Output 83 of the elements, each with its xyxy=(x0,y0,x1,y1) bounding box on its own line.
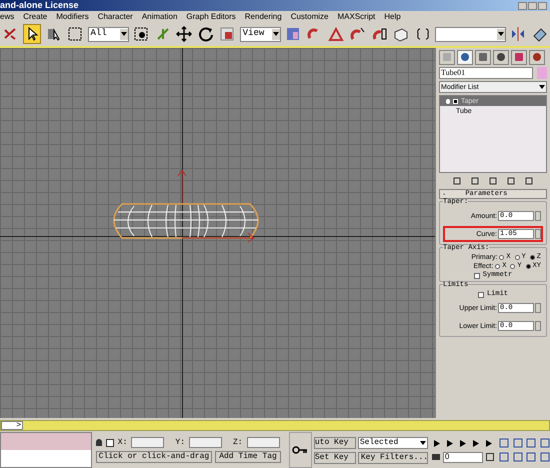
coordinate-field[interactable] xyxy=(189,437,222,448)
menu-item[interactable]: Graph Editors xyxy=(186,12,236,20)
listener-field[interactable] xyxy=(1,433,91,450)
key-mode-dropdown[interactable]: Selected xyxy=(358,436,428,448)
radio-button[interactable] xyxy=(499,255,504,260)
radio-button[interactable] xyxy=(526,264,531,269)
caret-icon xyxy=(272,28,280,40)
menu-item[interactable]: Customize xyxy=(290,12,328,20)
coordinate-label: Y: xyxy=(175,438,185,446)
dashed-target-icon xyxy=(132,26,149,42)
rotate-arrow-icon xyxy=(198,26,214,42)
bulb-icon[interactable] xyxy=(446,98,450,104)
radio-button[interactable] xyxy=(510,264,516,269)
lock-icon[interactable] xyxy=(96,439,102,446)
checkbox[interactable] xyxy=(474,272,480,278)
menu-item[interactable]: Rendering xyxy=(244,12,282,20)
scale-square-icon xyxy=(219,26,236,42)
pivot-icon xyxy=(285,26,302,42)
box-icon xyxy=(393,26,410,42)
coordinate-label: X: xyxy=(118,438,128,446)
dropdown[interactable]: View xyxy=(240,26,281,42)
restore-button[interactable] xyxy=(528,2,537,10)
coordinate-field[interactable] xyxy=(131,437,164,448)
dropdown[interactable] xyxy=(434,26,506,42)
braces-icon xyxy=(414,26,431,42)
play-icon xyxy=(458,440,467,446)
coordinate-label: Z: xyxy=(233,438,243,446)
playback-button[interactable] xyxy=(458,438,468,448)
window-title: and-alone License xyxy=(0,1,79,10)
expand-box-icon[interactable] xyxy=(453,98,458,104)
caret-icon xyxy=(120,28,128,40)
time-slider[interactable]: > xyxy=(1,420,23,430)
key-step-icon[interactable] xyxy=(432,454,440,460)
angle-snap-icon xyxy=(328,26,344,42)
command-tab[interactable] xyxy=(493,50,509,64)
percent-snap-icon xyxy=(350,26,366,42)
menu-item[interactable]: ews xyxy=(0,12,14,20)
spinner-snap-icon xyxy=(372,26,388,42)
object-name-field[interactable]: Tube01 xyxy=(439,67,533,79)
frame-field[interactable]: 0 xyxy=(442,452,483,462)
caret-icon xyxy=(538,85,546,89)
checkbox[interactable] xyxy=(478,292,484,298)
minimize-button[interactable] xyxy=(518,2,527,10)
menu-item[interactable]: Help xyxy=(384,12,401,20)
set-key-button[interactable]: Set Key xyxy=(314,452,356,464)
playback-button[interactable] xyxy=(444,438,455,448)
mirror-icon xyxy=(510,26,526,42)
command-tab[interactable] xyxy=(529,50,545,64)
playback-button[interactable] xyxy=(432,438,442,448)
menu-item[interactable]: Modifiers xyxy=(56,12,89,20)
caret-icon xyxy=(418,440,427,444)
move-arrows-icon xyxy=(176,26,192,42)
radio-button[interactable] xyxy=(514,255,520,260)
playback-button[interactable] xyxy=(470,438,481,448)
object-color-swatch[interactable] xyxy=(537,67,547,79)
tool-button[interactable] xyxy=(174,24,194,44)
command-tab[interactable] xyxy=(457,50,473,64)
key-icon xyxy=(292,446,308,454)
dropdown[interactable]: All xyxy=(88,26,129,42)
close-button[interactable] xyxy=(538,2,547,10)
radio-button[interactable] xyxy=(495,264,500,269)
menu-item[interactable]: Create xyxy=(23,12,48,20)
caret-icon xyxy=(496,28,505,40)
key-mode-button[interactable] xyxy=(288,432,312,468)
radio-button[interactable] xyxy=(530,255,535,260)
prompt-text: Click or click-and-drag xyxy=(96,451,212,463)
auto-key-button[interactable]: uto Key xyxy=(314,436,356,448)
eraser-icon xyxy=(532,26,548,42)
timeline-track[interactable]: > xyxy=(0,420,550,430)
menu-item[interactable]: MAXScript xyxy=(337,12,376,20)
add-time-tag-button[interactable]: Add Time Tag xyxy=(215,451,281,463)
key-filters-button[interactable]: Key Filters... xyxy=(358,452,428,464)
list-pointer-icon xyxy=(46,26,62,42)
dashed-rectangle-icon xyxy=(67,26,84,42)
tool-button[interactable] xyxy=(22,24,42,44)
command-tab[interactable] xyxy=(511,50,527,64)
coordinate-field[interactable] xyxy=(246,437,280,448)
manipulator-icon xyxy=(154,26,171,42)
menu-item[interactable]: Animation xyxy=(142,12,178,20)
playback-button[interactable] xyxy=(484,438,494,448)
command-tab[interactable] xyxy=(475,50,491,64)
menu-item[interactable]: Character xyxy=(98,12,133,20)
listener-output-field[interactable] xyxy=(1,450,91,467)
